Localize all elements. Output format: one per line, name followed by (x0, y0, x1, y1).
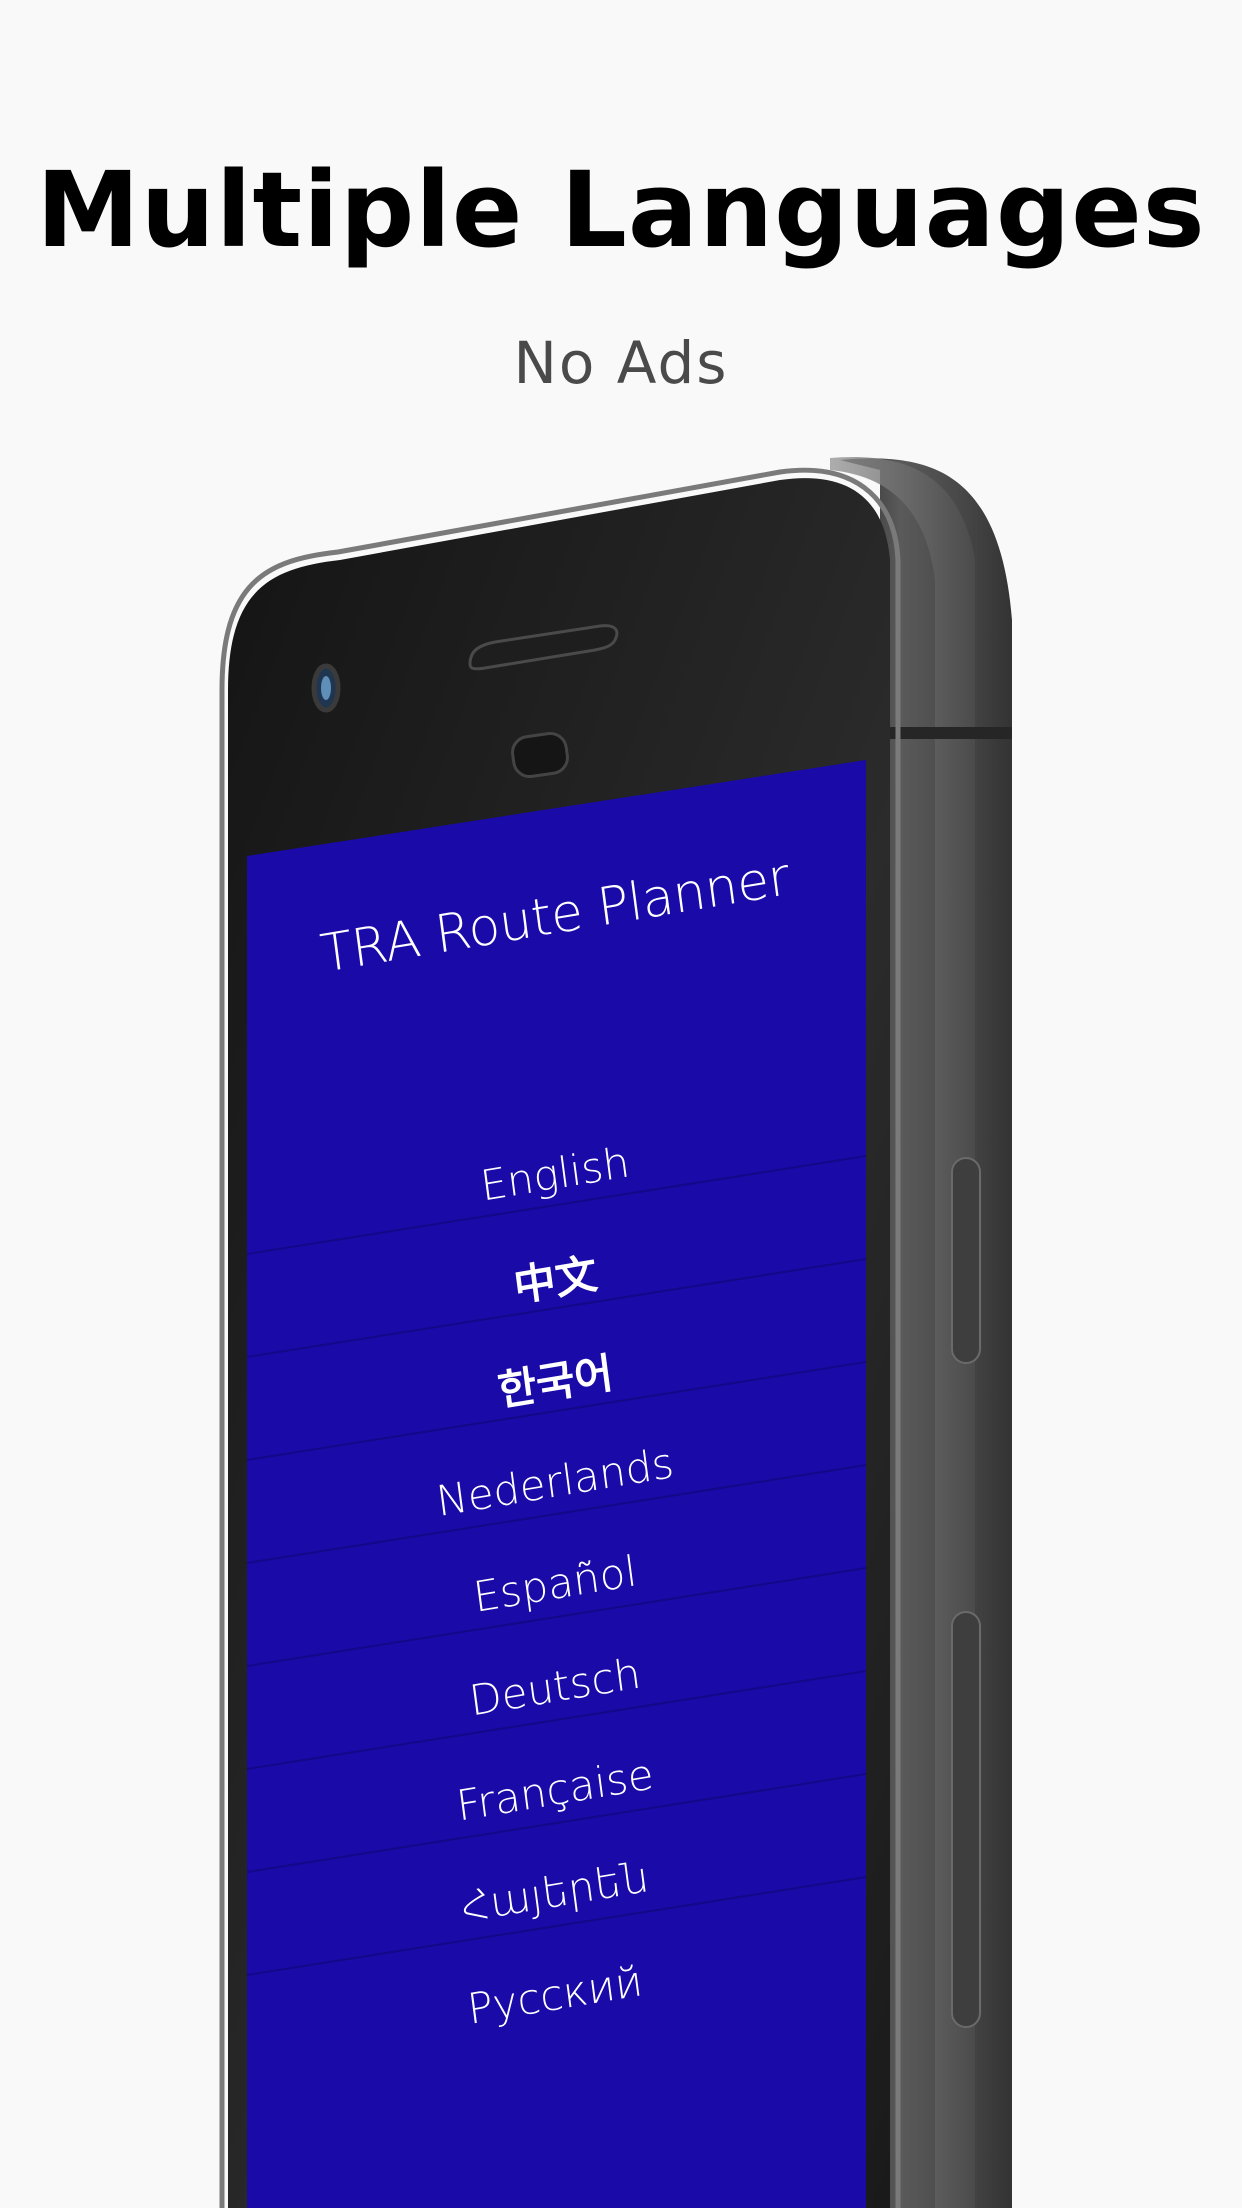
promo-page: Multiple Languages No Ads TRA Route Plan… (0, 0, 1242, 2208)
power-button-icon (951, 1157, 981, 1364)
volume-button-icon (951, 1611, 981, 2028)
proximity-sensor-icon (511, 732, 569, 778)
